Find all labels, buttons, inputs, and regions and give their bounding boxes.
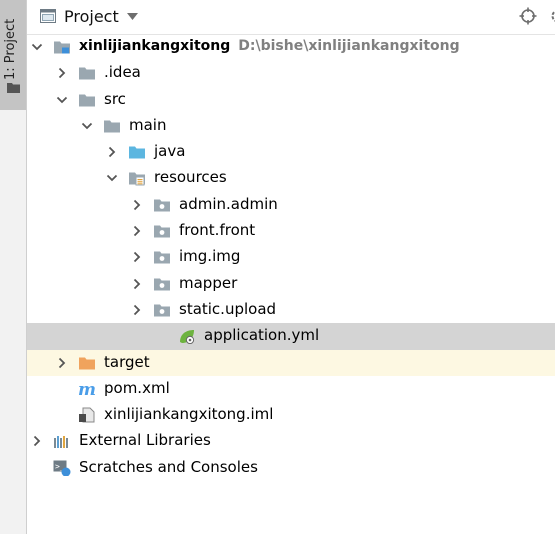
tree-item-label: xinlijiankangxitong D:\bishe\xinlijiankan… xyxy=(79,38,460,54)
chevron-down-icon[interactable] xyxy=(56,94,68,106)
tree-item-label: admin.admin xyxy=(179,195,278,213)
tree-item-name: application.yml xyxy=(204,326,320,345)
chevron-right-icon[interactable] xyxy=(131,199,143,211)
tree-row[interactable]: xinlijiankangxitong.iml xyxy=(27,402,555,428)
tree-row[interactable]: static.upload xyxy=(27,297,555,323)
chevron-down-icon[interactable] xyxy=(127,13,138,20)
tree-item-label: External Libraries xyxy=(79,431,211,449)
project-tool-tab[interactable]: 1: Project xyxy=(0,0,26,110)
tree-item-name: Scratches and Consoles xyxy=(79,457,258,476)
tool-window-strip: 1: Project xyxy=(0,0,27,534)
spring-yml-icon xyxy=(180,330,195,345)
tree-item-name: target xyxy=(104,352,150,371)
tree-item-name: resources xyxy=(154,168,227,187)
tree-row[interactable]: External Libraries xyxy=(27,428,555,454)
tree-item-label: Scratches and Consoles xyxy=(79,458,258,476)
tree-item-label: src xyxy=(104,90,126,108)
tree-row[interactable]: >_ Scratches and Consoles xyxy=(27,455,555,481)
tree-row[interactable]: target xyxy=(27,349,555,376)
package-folder-icon xyxy=(154,225,170,238)
tree-item-label: xinlijiankangxitong.iml xyxy=(104,405,273,423)
resources-folder-icon xyxy=(129,172,145,186)
tree-item-name: src xyxy=(104,89,126,108)
chevron-right-icon[interactable] xyxy=(56,357,68,369)
scratches-icon: >_ xyxy=(53,460,71,476)
project-tree: xinlijiankangxitong D:\bishe\xinlijiankan… xyxy=(27,34,555,481)
tree-row[interactable]: application.yml xyxy=(27,323,555,350)
tree-item-label: mapper xyxy=(179,274,237,292)
tree-item-name: static.upload xyxy=(179,299,277,318)
tree-item-label: application.yml xyxy=(204,326,319,344)
tree-item-label: front.front xyxy=(179,221,255,239)
chevron-right-icon[interactable] xyxy=(131,251,143,263)
folder-icon xyxy=(79,67,95,80)
module-path: D:\bishe\xinlijiankangxitong xyxy=(238,38,460,54)
panel-title[interactable]: Project xyxy=(64,7,119,26)
tree-item-label: pom.xml xyxy=(104,379,170,397)
module-folder-icon xyxy=(54,41,70,54)
source-folder-icon xyxy=(129,146,145,159)
libraries-icon xyxy=(54,436,68,449)
tree-item-name: xinlijiankangxitong.iml xyxy=(104,405,274,424)
tree-row[interactable]: front.front xyxy=(27,218,555,244)
tree-item-label: main xyxy=(129,116,166,134)
locate-target-icon[interactable] xyxy=(519,7,537,25)
folder-icon xyxy=(79,94,95,107)
tree-row[interactable]: java xyxy=(27,139,555,165)
chevron-right-icon[interactable] xyxy=(106,146,118,158)
chevron-down-icon[interactable] xyxy=(106,172,118,184)
tree-item-label: resources xyxy=(154,168,227,186)
chevron-right-icon[interactable] xyxy=(131,225,143,237)
package-folder-icon xyxy=(154,304,170,317)
tree-item-name: .idea xyxy=(104,63,141,82)
tree-item-name: img.img xyxy=(179,247,241,266)
tree-item-name: java xyxy=(154,142,186,161)
package-folder-icon xyxy=(154,278,170,291)
chevron-right-icon[interactable] xyxy=(56,67,68,79)
tree-item-label: static.upload xyxy=(179,300,276,318)
maven-icon: m xyxy=(78,381,96,397)
tree-item-name: External Libraries xyxy=(79,431,211,450)
package-folder-icon xyxy=(154,251,170,264)
tree-item-label: java xyxy=(154,142,185,160)
tree-row[interactable]: mapper xyxy=(27,271,555,297)
tree-item-name: front.front xyxy=(179,221,256,240)
tree-item-name: pom.xml xyxy=(104,378,170,397)
tree-row[interactable]: resources xyxy=(27,165,555,191)
tree-item-name: admin.admin xyxy=(179,194,278,213)
iml-file-icon xyxy=(79,407,95,423)
folder-icon xyxy=(104,120,120,133)
tree-item-label: img.img xyxy=(179,247,240,265)
chevron-right-icon[interactable] xyxy=(31,435,43,447)
chevron-down-icon[interactable] xyxy=(31,41,43,53)
chevron-right-icon[interactable] xyxy=(131,278,143,290)
tree-item-name: main xyxy=(129,115,167,134)
project-panel-header: Project xyxy=(27,0,555,35)
tree-item-name: mapper xyxy=(179,273,238,292)
project-tab-label: 1: Project xyxy=(3,18,18,80)
tree-item-label: target xyxy=(104,353,150,371)
chevron-right-icon[interactable] xyxy=(131,304,143,316)
gear-icon[interactable] xyxy=(550,7,555,25)
project-view-icon xyxy=(40,9,56,23)
tree-row[interactable]: src xyxy=(27,87,555,113)
excluded-folder-icon xyxy=(79,357,95,370)
tree-item-name: xinlijiankangxitong xyxy=(79,38,231,54)
tree-row[interactable]: m pom.xml xyxy=(27,376,555,402)
tree-row[interactable]: admin.admin xyxy=(27,192,555,218)
tree-row[interactable]: xinlijiankangxitong D:\bishe\xinlijiankan… xyxy=(27,34,555,60)
svg-text:m: m xyxy=(78,381,96,397)
chevron-down-icon[interactable] xyxy=(81,120,93,132)
folder-icon xyxy=(7,83,20,93)
tree-row[interactable]: main xyxy=(27,113,555,139)
tree-row[interactable]: img.img xyxy=(27,244,555,270)
tree-row[interactable]: .idea xyxy=(27,60,555,86)
package-folder-icon xyxy=(154,199,170,212)
tree-item-label: .idea xyxy=(104,63,141,81)
